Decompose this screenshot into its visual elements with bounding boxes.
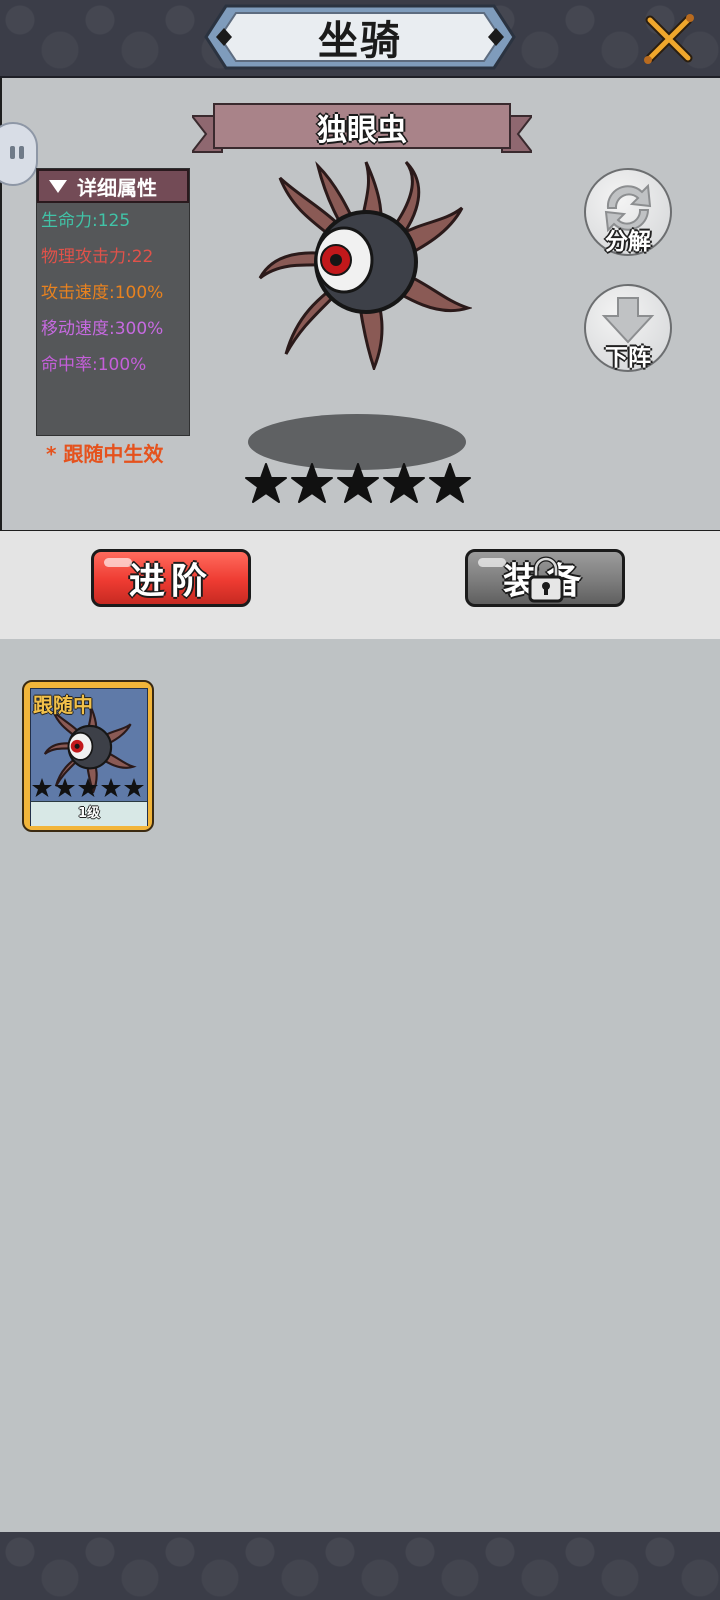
star-icon [32, 778, 52, 797]
star-icon [245, 463, 287, 503]
advance-label: 进阶 [128, 561, 213, 602]
close-button[interactable] [640, 10, 698, 68]
star-icon [337, 463, 379, 503]
stat-hp: 生命力:125 [41, 211, 131, 231]
mount-name-banner: 独眼虫 [189, 102, 535, 158]
top-bar: 坐骑 [0, 0, 720, 79]
dismount-label: 下阵 [605, 345, 651, 371]
title-plaque: 坐骑 [204, 4, 516, 70]
dismount-button[interactable]: 下阵 [584, 284, 672, 372]
star-icon [383, 463, 425, 503]
bottom-bar [0, 1532, 720, 1600]
decompose-label: 分解 [605, 229, 651, 255]
mount-card-portrait: 跟随中 1级 [30, 688, 148, 826]
stat-physical-attack: 物理攻击力:22 [41, 247, 154, 267]
action-bar: 进阶 装备 [0, 531, 720, 639]
following-tag: 跟随中 [33, 693, 93, 717]
stat-move-speed: 移动速度:300% [41, 319, 164, 339]
mount-card[interactable]: 跟随中 1级 [22, 680, 154, 832]
stat-hit-rate: 命中率:100% [41, 355, 147, 375]
star-rating [245, 463, 471, 503]
equip-button[interactable]: 装备 [465, 549, 625, 607]
star-icon [55, 778, 75, 797]
card-star-rating [32, 778, 144, 797]
lock-icon [528, 556, 564, 603]
follow-note: * 跟随中生效 [46, 442, 164, 466]
advance-button[interactable]: 进阶 [91, 549, 251, 607]
mount-name: 独眼虫 [317, 113, 407, 148]
star-icon [291, 463, 333, 503]
crossed-swords-close-icon [644, 14, 694, 64]
mount-detail-panel: 独眼虫 详细属性 生命力:125 物理攻击力:22 攻击速度:100% 移动速度… [0, 78, 720, 532]
star-icon [124, 778, 144, 797]
star-icon [429, 463, 471, 503]
one-eyed-bug-image [258, 160, 472, 370]
stats-title: 详细属性 [77, 175, 157, 200]
stats-panel: 详细属性 生命力:125 物理攻击力:22 攻击速度:100% 移动速度:300… [36, 168, 190, 436]
page-title: 坐骑 [318, 18, 402, 64]
stats-header[interactable]: 详细属性 [37, 169, 189, 203]
chat-bubble-button[interactable] [0, 122, 38, 186]
decompose-button[interactable]: 分解 [584, 168, 672, 256]
stat-attack-speed: 攻击速度:100% [41, 283, 164, 303]
triangle-down-icon [49, 179, 67, 193]
star-icon [78, 778, 98, 797]
star-icon [101, 778, 121, 797]
mount-level: 1级 [31, 801, 147, 826]
